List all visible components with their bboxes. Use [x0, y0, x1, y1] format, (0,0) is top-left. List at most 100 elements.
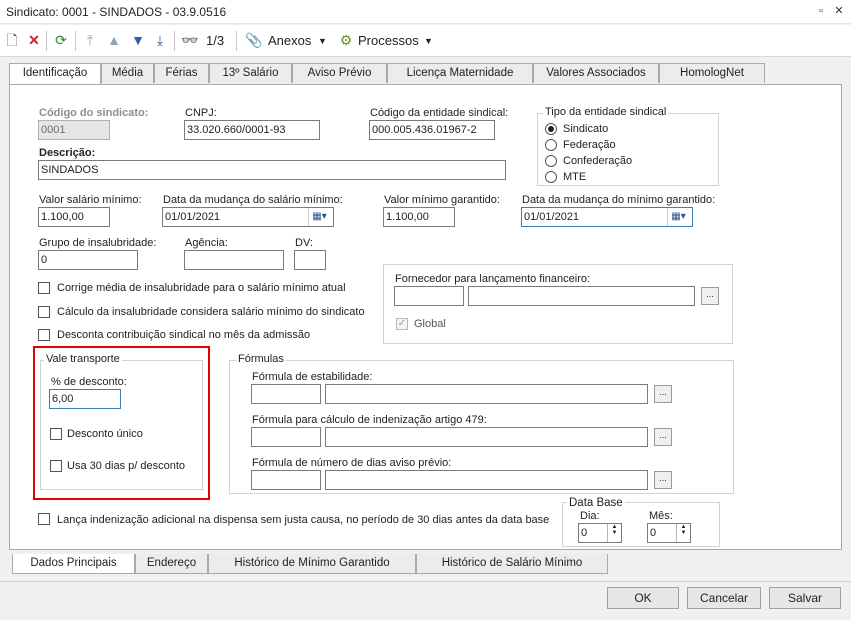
valor-minimo-field[interactable]: 1.100,00 — [383, 207, 455, 227]
calculo-insalubridade-label: Cálculo da insalubridade considera salár… — [57, 306, 365, 318]
footer-divider — [0, 581, 851, 582]
save-button[interactable]: Salvar — [769, 587, 841, 609]
last-record-icon[interactable]: ⤓ — [152, 32, 168, 48]
tab-historico-minimo[interactable]: Histórico de Mínimo Garantido — [208, 554, 416, 574]
data-mudanca-salario-label: Data da mudança do salário mínimo: — [163, 194, 343, 206]
close-icon[interactable]: ✕ — [832, 4, 846, 18]
tab-aviso-previo[interactable]: Aviso Prévio — [292, 63, 387, 83]
data-base-title: Data Base — [567, 497, 625, 509]
mes-label: Mês: — [649, 510, 673, 522]
window-title: Sindicato: 0001 - SINDADOS - 03.9.0516 — [6, 5, 227, 19]
formula-estabilidade-lookup-button[interactable]: ... — [654, 385, 672, 403]
toolbar-separator — [46, 31, 47, 51]
formula-estabilidade-name-field[interactable] — [325, 384, 648, 404]
percent-desconto-field[interactable]: 6,00 — [49, 389, 121, 409]
radio-mte-label: MTE — [563, 171, 587, 183]
radio-sindicato-label: Sindicato — [563, 123, 609, 135]
fornecedor-name-field[interactable] — [468, 286, 695, 306]
valor-salario-label: Valor salário mínimo: — [39, 194, 142, 206]
global-label: Global — [414, 318, 446, 330]
formulas-title: Fórmulas — [236, 353, 286, 365]
title-bar: Sindicato: 0001 - SINDADOS - 03.9.0516 ▫… — [0, 0, 851, 24]
descricao-label: Descrição: — [39, 147, 96, 159]
tab-identificacao[interactable]: Identificação — [9, 63, 101, 85]
anexos-button[interactable]: Anexos — [268, 33, 311, 48]
valor-minimo-label: Valor mínimo garantido: — [384, 194, 500, 206]
fornecedor-lookup-button[interactable]: ... — [701, 287, 719, 305]
usa-30-dias-label: Usa 30 dias p/ desconto — [67, 460, 186, 472]
previous-record-icon[interactable]: ▲ — [106, 32, 122, 48]
global-checkbox: ✓ — [396, 318, 408, 330]
tab-valores-associados[interactable]: Valores Associados — [533, 63, 659, 83]
toolbar-separator — [75, 31, 76, 51]
tab-13-salario[interactable]: 13º Salário — [209, 63, 292, 83]
fornecedor-code-field[interactable] — [394, 286, 464, 306]
tab-licenca-maternidade[interactable]: Licença Maternidade — [387, 63, 533, 83]
cnpj-field[interactable]: 33.020.660/0001-93 — [184, 120, 320, 140]
radio-federacao[interactable] — [545, 139, 557, 151]
ok-button[interactable]: OK — [607, 587, 679, 609]
percent-desconto-label: % de desconto: — [51, 376, 127, 388]
toolbar-separator — [174, 31, 175, 51]
descricao-field[interactable]: SINDADOS — [38, 160, 506, 180]
new-document-icon[interactable]: 🗋 — [4, 32, 20, 48]
formula-dias-lookup-button[interactable]: ... — [654, 471, 672, 489]
dia-label: Dia: — [580, 510, 600, 522]
radio-sindicato[interactable] — [545, 123, 557, 135]
processos-button[interactable]: Processos — [358, 33, 419, 48]
dia-spin-arrows-icon[interactable]: ▲ ▼ — [607, 524, 621, 542]
formula-indenizacao-lookup-button[interactable]: ... — [654, 428, 672, 446]
calendar-icon[interactable]: ▦▾ — [667, 208, 689, 226]
radio-confederacao-label: Confederação — [563, 155, 633, 167]
desconto-unico-label: Desconto único — [67, 428, 143, 440]
tab-endereco[interactable]: Endereço — [135, 554, 208, 574]
desconto-unico-checkbox[interactable] — [50, 428, 62, 440]
codigo-entidade-label: Código da entidade sindical: — [370, 107, 509, 119]
formula-dias-name-field[interactable] — [325, 470, 648, 490]
desconta-contribuicao-checkbox[interactable] — [38, 329, 50, 341]
valor-salario-field[interactable]: 1.100,00 — [38, 207, 110, 227]
radio-mte[interactable] — [545, 171, 557, 183]
formula-indenizacao-code-field[interactable] — [251, 427, 321, 447]
cancel-button[interactable]: Cancelar — [687, 587, 761, 609]
paperclip-icon[interactable]: 📎 — [245, 32, 262, 48]
tab-dados-principais[interactable]: Dados Principais — [12, 554, 135, 574]
radio-federacao-label: Federação — [563, 139, 616, 151]
first-record-icon[interactable]: ⤒ — [82, 32, 98, 48]
formula-indenizacao-label: Fórmula para cálculo de indenização arti… — [252, 414, 487, 426]
fornecedor-label: Fornecedor para lançamento financeiro: — [395, 273, 591, 285]
tab-historico-salario[interactable]: Histórico de Salário Mínimo — [416, 554, 608, 574]
formula-estabilidade-code-field[interactable] — [251, 384, 321, 404]
radio-confederacao[interactable] — [545, 155, 557, 167]
usa-30-dias-checkbox[interactable] — [50, 460, 62, 472]
formula-indenizacao-name-field[interactable] — [325, 427, 648, 447]
lanca-indenizacao-checkbox[interactable] — [38, 513, 50, 525]
delete-icon[interactable]: ✕ — [26, 32, 42, 48]
cnpj-label: CNPJ: — [185, 107, 217, 119]
tab-homolognet[interactable]: HomologNet — [659, 63, 765, 83]
formula-estabilidade-label: Fórmula de estabilidade: — [252, 371, 373, 383]
tab-media[interactable]: Média — [101, 63, 154, 83]
restore-icon[interactable]: ▫ — [814, 4, 828, 18]
codigo-field: 0001 — [38, 120, 110, 140]
dv-field[interactable] — [294, 250, 326, 270]
gears-icon[interactable]: ⚙ — [338, 32, 354, 48]
tipo-entidade-title: Tipo da entidade sindical — [543, 106, 669, 118]
dv-label: DV: — [295, 237, 313, 249]
calendar-icon[interactable]: ▦▾ — [308, 208, 330, 226]
formula-dias-code-field[interactable] — [251, 470, 321, 490]
codigo-entidade-field[interactable]: 000.005.436.01967-2 — [369, 120, 495, 140]
binoculars-icon[interactable]: 👓 — [181, 32, 198, 48]
toolbar-separator — [236, 31, 237, 51]
anexos-dropdown-icon[interactable]: ▼ — [318, 36, 327, 46]
mes-spin-arrows-icon[interactable]: ▲ ▼ — [676, 524, 690, 542]
grupo-insalubridade-field[interactable]: 0 — [38, 250, 138, 270]
calculo-insalubridade-checkbox[interactable] — [38, 306, 50, 318]
processos-dropdown-icon[interactable]: ▼ — [424, 36, 433, 46]
next-record-icon[interactable]: ▼ — [130, 32, 146, 48]
refresh-icon[interactable]: ⟳ — [53, 32, 69, 48]
tab-ferias[interactable]: Férias — [154, 63, 209, 83]
formula-dias-label: Fórmula de número de dias aviso prévio: — [252, 457, 452, 469]
corrige-media-checkbox[interactable] — [38, 282, 50, 294]
agencia-field[interactable] — [184, 250, 284, 270]
